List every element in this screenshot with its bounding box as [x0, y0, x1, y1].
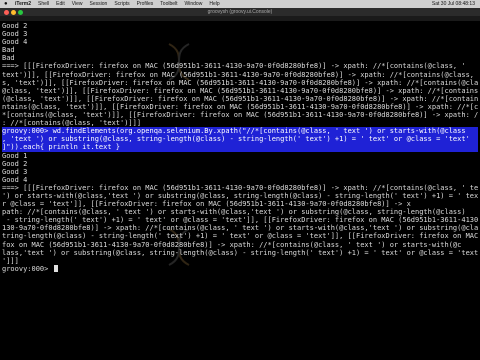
terminal-line: path: //*[contains(@class, ' text ') or …	[2, 208, 466, 217]
menubar-clock[interactable]: Sat 30 Jul 08:48:13	[432, 1, 475, 7]
terminal-line: groovy:000> wd.findElements(org.openqa.s…	[2, 127, 478, 136]
menu-scripts[interactable]: Scripts	[114, 1, 129, 7]
terminal-line: Good 1	[2, 151, 28, 160]
menu-profiles[interactable]: Profiles	[137, 1, 154, 7]
menu-session[interactable]: Session	[90, 1, 108, 7]
menu-help[interactable]: Help	[209, 1, 219, 7]
terminal-line: ]")).each{ println it.text }	[2, 143, 478, 152]
terminal-line: ===> [[[FirefoxDriver: firefox on MAC (5…	[2, 62, 466, 71]
terminal-line: , 'text ') or substring(@class, string-l…	[2, 135, 478, 144]
tab-bar	[0, 16, 480, 21]
terminal-line: ']]]	[2, 256, 19, 265]
menu-toolbelt[interactable]: Toolbelt	[160, 1, 177, 7]
terminal-line: ===> [[[FirefoxDriver: firefox on MAC (5…	[2, 183, 478, 192]
terminal-line: groovy:000>	[2, 265, 478, 273]
terminal-line: 130-9a70-0f0d8280bfe8)] -> xpath: //*[co…	[2, 224, 478, 233]
macos-menubar: ● iTerm2 Shell Edit View Session Scripts…	[0, 0, 480, 8]
terminal-line: r @class = 'text']], [[FirefoxDriver: fi…	[2, 200, 411, 209]
terminal-line: Good 2	[2, 22, 28, 30]
terminal-line: - string-length(' text') +1) = ' text' o…	[2, 216, 478, 225]
terminal-line: Good 3	[2, 167, 28, 176]
menu-view[interactable]: View	[72, 1, 83, 7]
menu-shell[interactable]: Shell	[38, 1, 49, 7]
terminal-line: Good 4	[2, 175, 28, 184]
terminal-line: (@class, 'text')]], [[FirefoxDriver: fir…	[2, 94, 478, 103]
terminal-line: Good 2	[2, 159, 28, 168]
terminal-line: text')]], [[FirefoxDriver: firefox on MA…	[2, 70, 478, 79]
terminal-line: Bad	[2, 54, 15, 63]
apple-icon[interactable]: ●	[4, 1, 10, 7]
terminal-line: @class, 'text')]], [[FirefoxDriver: fire…	[2, 86, 478, 95]
terminal-line: Good 4	[2, 38, 28, 47]
menu-edit[interactable]: Edit	[56, 1, 65, 7]
terminal-line: fox on MAC (56d951b1-3611-4130-9a70-0f0d…	[2, 240, 462, 249]
menu-app-name[interactable]: iTerm2	[15, 1, 31, 7]
terminal-line: *[contains(@class, 'text')]], [[FirefoxD…	[2, 111, 478, 120]
window-title: groovysh (groovy.ui.Console)	[207, 9, 273, 15]
terminal-line: Bad	[2, 46, 15, 55]
terminal-output: Good 2 Good 3 Good 4 Bad Bad ===> [[[FirefoxD…	[2, 22, 478, 273]
terminal-line: : //*[contains(@class, 'text')]]]	[2, 119, 142, 128]
terminal-line: tring-length(@class) - string-length(' t…	[2, 232, 478, 241]
terminal-line: Good 3	[2, 30, 28, 39]
terminal-line: lass,'text ') or substring(@class, strin…	[2, 248, 478, 257]
terminal-line: ntains(@class, 'text')]], [[FirefoxDrive…	[2, 102, 478, 111]
menu-window[interactable]: Window	[185, 1, 203, 7]
menubar-status-area: Sat 30 Jul 08:48:13	[432, 1, 480, 7]
terminal-pane[interactable]: Good 2 Good 3 Good 4 Bad Bad ===> [[[FirefoxD…	[0, 22, 480, 360]
terminal-line: ') or starts-with(@class,'text ') or sub…	[2, 191, 478, 200]
terminal-line: s, 'text')]], [[FirefoxDriver: firefox o…	[2, 78, 478, 87]
terminal-cursor	[53, 265, 58, 273]
